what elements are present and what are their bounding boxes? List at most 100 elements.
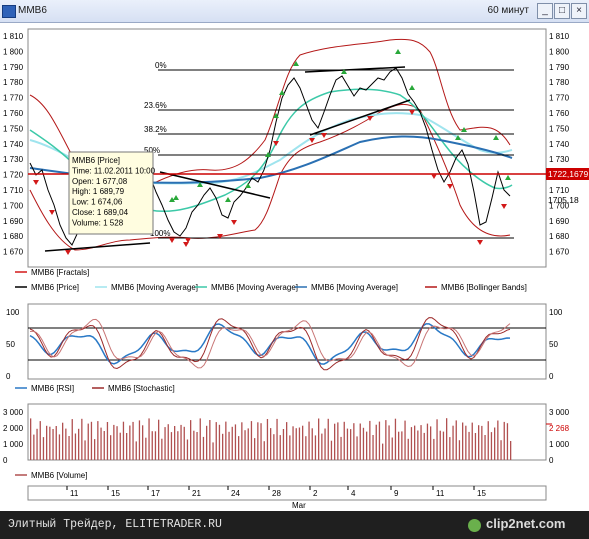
volume-bar <box>372 435 374 460</box>
volume-bar <box>138 420 141 460</box>
volume-bar <box>302 425 304 460</box>
legend-item: MMB6 [Bollinger Bands] <box>441 283 527 292</box>
tooltip-line: Open: 1 677,08 <box>72 177 128 186</box>
volume-bar <box>212 442 214 460</box>
volume-bar <box>455 420 457 460</box>
date-tick-label: 28 <box>272 489 281 498</box>
volume-bar <box>46 425 48 460</box>
volume-bar <box>295 428 297 460</box>
volume-tick-right: 0 <box>549 456 554 465</box>
minimize-button[interactable]: _ <box>537 3 553 19</box>
volume-bar <box>68 436 70 460</box>
volume-bar <box>410 427 413 460</box>
close-button[interactable]: × <box>571 3 587 19</box>
volume-bar <box>164 427 166 460</box>
tooltip-line: Low: 1 674,06 <box>72 198 123 207</box>
chart-area[interactable]: 1 810 1 810 1 800 1 800 1 790 1 790 1 780 1 780… <box>0 22 589 511</box>
time-axis[interactable] <box>27 485 547 501</box>
price-tick-right: 1 780 <box>549 78 570 87</box>
legend-item: MMB6 [Moving Average] <box>211 283 298 292</box>
volume-bar <box>266 419 269 460</box>
volume-bar <box>30 418 32 460</box>
volume-bar <box>209 420 211 460</box>
volume-bar <box>206 425 208 460</box>
volume-bar <box>468 431 470 460</box>
volume-bar <box>318 418 320 460</box>
volume-bar <box>94 439 96 460</box>
volume-bar <box>65 428 67 460</box>
volume-bar <box>97 421 99 460</box>
price-tooltip: MMB6 [Price]Time: 11.02.2011 10:00 Open: … <box>68 151 156 235</box>
date-tick-label: 4 <box>351 489 356 498</box>
date-tick-label: 21 <box>192 489 201 498</box>
price-tick-right: 1 680 <box>549 232 570 241</box>
volume-bar <box>257 422 259 460</box>
date-tick-label: 15 <box>111 489 120 498</box>
volume-bar <box>439 430 441 460</box>
volume-bar <box>190 420 192 460</box>
volume-bar <box>270 428 272 460</box>
volume-bar <box>446 418 448 460</box>
volume-bar <box>478 425 480 460</box>
volume-bar <box>186 439 189 460</box>
volume-bar <box>366 431 368 460</box>
volume-bar <box>330 440 333 460</box>
volume-bar <box>238 436 240 460</box>
volume-bar <box>148 418 150 460</box>
oscillator-panel[interactable] <box>27 303 547 380</box>
volume-bar <box>87 423 89 460</box>
volume-bar <box>398 431 400 460</box>
volume-bar <box>500 440 502 460</box>
price-tick-right: 1 710 <box>549 186 570 195</box>
volume-bar <box>314 435 317 460</box>
clip2net-brand: clip2net.com <box>486 516 566 531</box>
fib-level-label: 38.2% <box>144 125 167 134</box>
volume-bar <box>494 427 496 460</box>
price-tick-left: 1 790 <box>3 63 24 72</box>
volume-bar <box>510 441 512 460</box>
price-tick-right: 1 790 <box>549 63 570 72</box>
volume-bar <box>180 424 182 460</box>
price-tick-right: 1 810 <box>549 32 570 41</box>
volume-bar <box>423 432 425 460</box>
volume-bar <box>167 424 169 460</box>
price-tick-left: 1 810 <box>3 32 24 41</box>
volume-bar <box>234 424 237 460</box>
volume-bar <box>465 425 467 460</box>
volume-bar <box>433 438 435 460</box>
price-tick-right: 1 690 <box>549 217 570 226</box>
volume-bar <box>449 437 451 460</box>
volume-bar <box>340 436 342 460</box>
volume-bar <box>334 423 336 460</box>
legend-item: MMB6 [Stochastic] <box>108 384 175 393</box>
price-tick-left: 1 700 <box>3 201 24 210</box>
price-tick-right: 1 770 <box>549 94 570 103</box>
volume-bar <box>324 428 326 460</box>
volume-bar <box>113 424 115 460</box>
volume-bar <box>417 430 419 460</box>
volume-tick-left: 0 <box>3 456 8 465</box>
volume-bar <box>343 421 345 460</box>
volume-bar <box>78 428 80 460</box>
volume-bar <box>58 434 61 460</box>
volume-bar <box>122 421 125 460</box>
date-tick-label: 2 <box>313 489 318 498</box>
maximize-button[interactable]: □ <box>554 3 570 19</box>
volume-bar <box>436 419 438 460</box>
volume-bar <box>286 422 288 460</box>
volume-bar <box>430 426 432 460</box>
volume-bar <box>241 422 243 460</box>
legend-oscillator: MMB6 [RSI] MMB6 [Stochastic] <box>15 384 175 393</box>
volume-bar <box>90 421 93 460</box>
volume-bar <box>311 428 313 460</box>
date-tick-label: 24 <box>231 489 240 498</box>
volume-bar <box>506 423 509 460</box>
tooltip-line: High: 1 689,79 <box>72 187 125 196</box>
volume-bar <box>202 436 205 460</box>
source-caption: Элитный Трейдер, ELITETRADER.RU <box>8 518 222 531</box>
volume-bar <box>279 435 281 460</box>
volume-bar <box>394 418 397 460</box>
volume-bar <box>490 432 493 460</box>
price-tick-left: 1 740 <box>3 140 24 149</box>
volume-bar <box>321 433 323 460</box>
